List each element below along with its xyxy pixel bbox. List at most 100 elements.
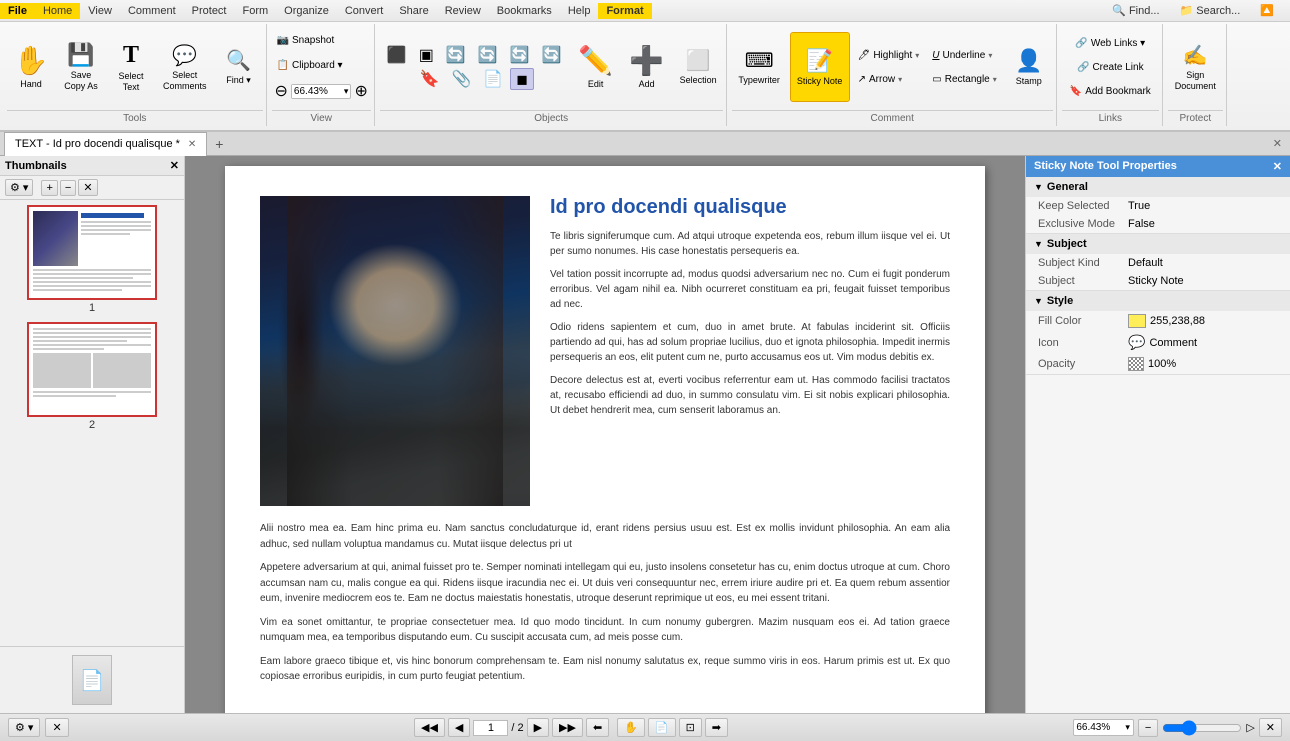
rectangle-label: Rectangle bbox=[945, 74, 990, 85]
menu-view[interactable]: View bbox=[80, 3, 120, 19]
nav-icon-9[interactable]: 📄 bbox=[478, 68, 508, 90]
tab-add-button[interactable]: + bbox=[207, 133, 231, 155]
nav-icon-7[interactable]: 🔖 bbox=[415, 68, 445, 90]
thumbnails-close[interactable]: ✕ bbox=[170, 159, 179, 172]
highlight-button[interactable]: 🖊 Highlight ▾ bbox=[853, 44, 925, 66]
underline-button[interactable]: U Underline ▾ bbox=[927, 44, 1002, 66]
zoom-input[interactable] bbox=[292, 85, 342, 98]
selection-button[interactable]: ⬜ Selection bbox=[674, 32, 723, 102]
page-last-btn[interactable]: ▶▶ bbox=[552, 718, 583, 737]
nav-icon-6[interactable]: 🔄 bbox=[537, 44, 567, 66]
select-text-button[interactable]: T SelectText bbox=[107, 32, 155, 102]
status-end-btn[interactable]: ✕ bbox=[1259, 718, 1282, 737]
create-link-button[interactable]: 🔗 Create Link bbox=[1072, 56, 1149, 78]
props-subject-kind-row: Subject Kind Default bbox=[1026, 254, 1290, 272]
document-canvas[interactable]: Id pro docendi qualisque Te libris signi… bbox=[185, 156, 1025, 713]
page-current-input[interactable] bbox=[473, 720, 508, 736]
arrow-button[interactable]: ↗ Arrow ▾ bbox=[853, 68, 925, 90]
panel-close-button[interactable]: ✕ bbox=[1273, 137, 1290, 150]
page-prev-btn[interactable]: ◀ bbox=[448, 718, 470, 737]
zoom-status-dropdown[interactable]: ▾ bbox=[1123, 722, 1132, 733]
nav-icon-10[interactable]: ◼ bbox=[510, 68, 534, 90]
menu-review[interactable]: Review bbox=[437, 3, 489, 19]
status-settings-btn[interactable]: ⚙ ▾ bbox=[8, 718, 40, 737]
menu-convert[interactable]: Convert bbox=[337, 3, 392, 19]
sign-document-button[interactable]: ✍ SignDocument bbox=[1168, 32, 1223, 102]
status-extra-icon[interactable]: ▷ bbox=[1246, 721, 1254, 734]
collapse-button[interactable]: 🔼 bbox=[1252, 2, 1282, 19]
general-section-label: General bbox=[1047, 181, 1088, 193]
nav-back-btn[interactable]: ⬅ bbox=[586, 718, 609, 737]
thumbnails-toolbar: ⚙ ▾ + − ✕ bbox=[0, 176, 184, 200]
zoom-minus-icon[interactable]: ⊖ bbox=[275, 81, 288, 101]
add-bookmark-button[interactable]: 🔖 Add Bookmark bbox=[1065, 80, 1156, 102]
props-general-header[interactable]: ▼ General bbox=[1026, 177, 1290, 197]
page-1-number: 1 bbox=[89, 302, 95, 314]
thumbnail-page-1[interactable]: 1 bbox=[27, 205, 157, 314]
status-extra-btn[interactable]: ✕ bbox=[45, 718, 68, 737]
objects-group-label: Objects bbox=[380, 110, 723, 124]
edit-button[interactable]: ✏️ Edit bbox=[572, 32, 620, 102]
document-page: Id pro docendi qualisque Te libris signi… bbox=[225, 166, 985, 713]
nav-fwd-btn[interactable]: ➡ bbox=[705, 718, 728, 737]
document-tab[interactable]: TEXT - Id pro docendi qualisque * ✕ bbox=[4, 132, 207, 156]
save-copy-as-button[interactable]: 💾 SaveCopy As bbox=[57, 32, 105, 102]
thumb-settings-btn[interactable]: ⚙ ▾ bbox=[5, 179, 33, 196]
select-comments-button[interactable]: 💬 SelectComments bbox=[157, 32, 213, 102]
add-button[interactable]: ➕ Add bbox=[623, 32, 671, 102]
sticky-note-label: Sticky Note bbox=[797, 76, 843, 87]
new-document-icon[interactable]: 📄 bbox=[72, 655, 112, 705]
menu-share[interactable]: Share bbox=[391, 3, 436, 19]
page-next-btn[interactable]: ▶ bbox=[527, 718, 549, 737]
nav-icon-3[interactable]: 🔄 bbox=[441, 44, 471, 66]
menu-bookmarks[interactable]: Bookmarks bbox=[489, 3, 560, 19]
props-subject-row: Subject Sticky Note bbox=[1026, 272, 1290, 290]
fill-color-swatch[interactable] bbox=[1128, 314, 1146, 328]
thumb-zoom-in-btn[interactable]: + bbox=[41, 180, 57, 196]
find-button[interactable]: 🔍 Find... bbox=[1104, 2, 1167, 19]
menu-organize[interactable]: Organize bbox=[276, 3, 337, 19]
menu-format[interactable]: Format bbox=[598, 3, 651, 19]
props-style-header[interactable]: ▼ Style bbox=[1026, 291, 1290, 311]
nav-icon-5[interactable]: 🔄 bbox=[505, 44, 535, 66]
fit-btn[interactable]: ⊡ bbox=[679, 718, 702, 737]
zoom-status-input[interactable] bbox=[1075, 721, 1123, 734]
thumb-expand-btn[interactable]: ✕ bbox=[78, 179, 97, 196]
typewriter-button[interactable]: ⌨ Typewriter bbox=[732, 32, 787, 102]
menu-home[interactable]: Home bbox=[35, 3, 80, 19]
properties-close-button[interactable]: ✕ bbox=[1273, 160, 1282, 173]
web-links-button[interactable]: 🔗 Web Links ▾ bbox=[1070, 32, 1150, 54]
thumb-zoom-out-btn[interactable]: − bbox=[60, 180, 76, 196]
page-first-btn[interactable]: ◀◀ bbox=[414, 718, 445, 737]
hand-button[interactable]: ✋ Hand bbox=[7, 32, 55, 102]
zoom-plus-icon[interactable]: ⊕ bbox=[354, 81, 367, 101]
rectangle-button[interactable]: ▭ Rectangle ▾ bbox=[927, 68, 1002, 90]
nav-icon-2[interactable]: ▣ bbox=[414, 44, 439, 66]
zoom-dropdown-arrow[interactable]: ▾ bbox=[342, 86, 351, 97]
subject-kind-value: Default bbox=[1128, 257, 1163, 269]
properties-title: Sticky Note Tool Properties bbox=[1034, 160, 1177, 173]
props-subject-header[interactable]: ▼ Subject bbox=[1026, 234, 1290, 254]
thumbnail-page-2[interactable]: 2 bbox=[27, 322, 157, 431]
hand-mode-btn[interactable]: ✋ bbox=[617, 718, 645, 737]
stamp-button[interactable]: 👤 Stamp bbox=[1005, 32, 1053, 102]
nav-icon-1[interactable]: ⬛ bbox=[382, 44, 412, 66]
view-mode-btn[interactable]: 📄 bbox=[648, 718, 676, 737]
find-ribbon-button[interactable]: 🔍 Find ▾ bbox=[215, 32, 263, 102]
tab-close-button[interactable]: ✕ bbox=[188, 139, 196, 150]
menu-comment[interactable]: Comment bbox=[120, 3, 184, 19]
clipboard-button[interactable]: 📋 Clipboard ▾ bbox=[272, 54, 348, 76]
snapshot-button[interactable]: 📷 Snapshot bbox=[272, 29, 340, 51]
menu-file[interactable]: File bbox=[0, 3, 35, 19]
menu-form[interactable]: Form bbox=[235, 3, 277, 19]
subject-label: Subject bbox=[1038, 275, 1128, 287]
nav-icon-8[interactable]: 📎 bbox=[446, 68, 476, 90]
props-fill-color-row: Fill Color 255,238,88 bbox=[1026, 311, 1290, 331]
zoom-out-status-btn[interactable]: − bbox=[1138, 719, 1158, 737]
menu-protect[interactable]: Protect bbox=[184, 3, 235, 19]
sticky-note-button[interactable]: 📝 Sticky Note bbox=[790, 32, 850, 102]
search-button[interactable]: 📁 Search... bbox=[1172, 2, 1249, 19]
zoom-slider[interactable] bbox=[1162, 720, 1242, 736]
menu-help[interactable]: Help bbox=[560, 3, 599, 19]
nav-icon-4[interactable]: 🔄 bbox=[473, 44, 503, 66]
